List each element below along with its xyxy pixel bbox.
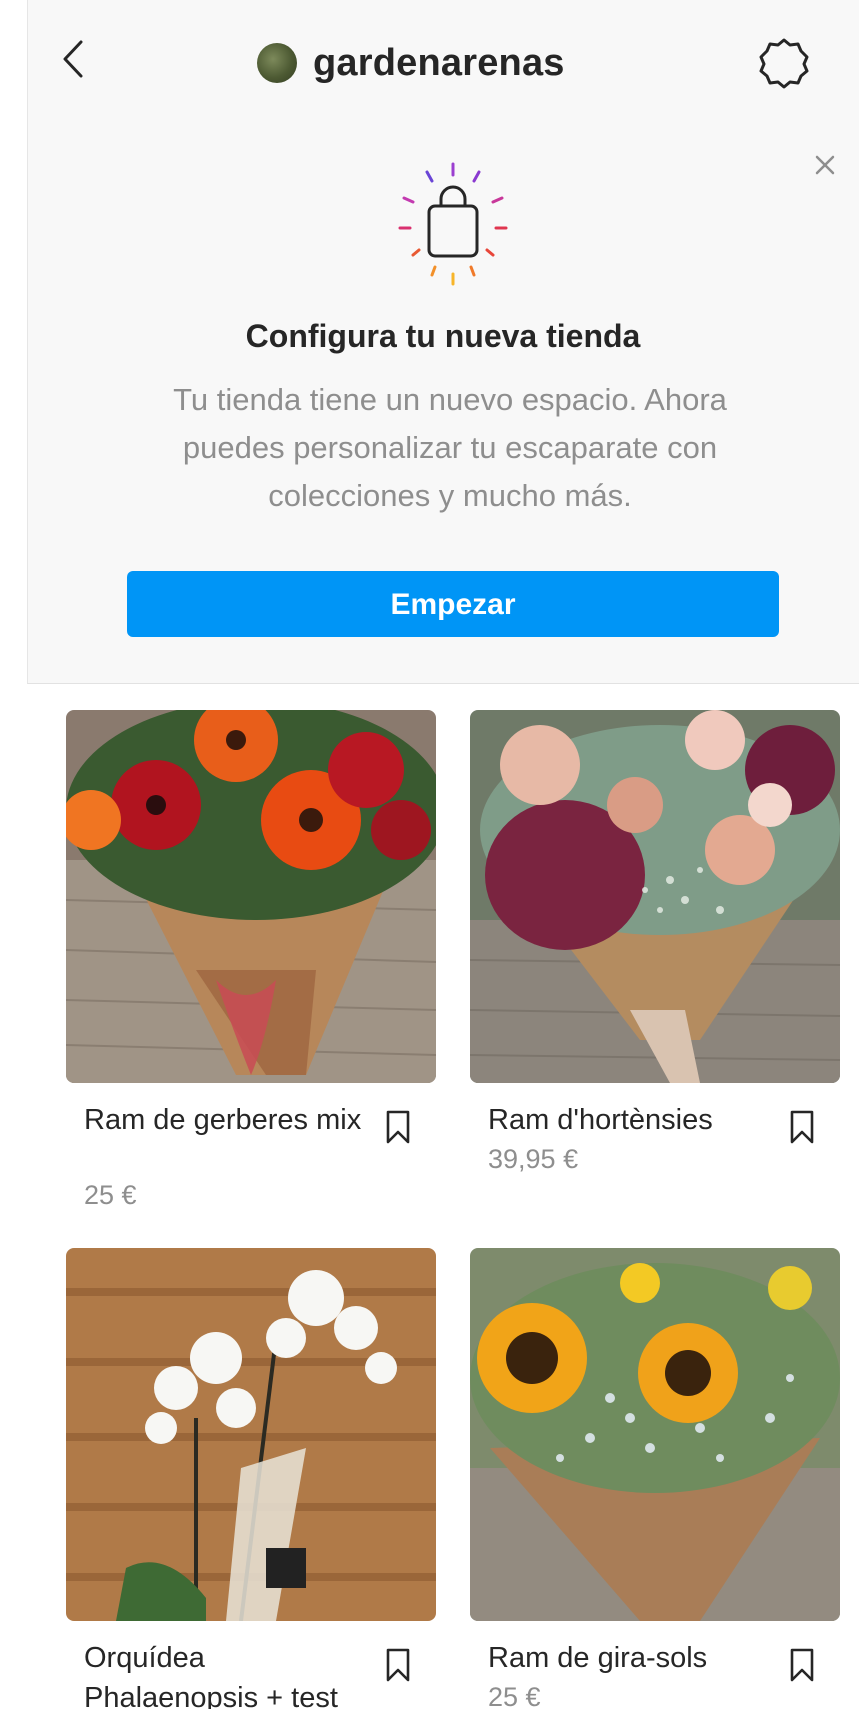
product-image[interactable] bbox=[470, 1248, 840, 1621]
bookmark-icon bbox=[790, 1648, 814, 1682]
back-button[interactable] bbox=[55, 34, 95, 84]
account-title: gardenarenas bbox=[257, 38, 565, 88]
avatar bbox=[257, 43, 297, 83]
save-product-button[interactable] bbox=[381, 1108, 415, 1146]
promo-title: Configura tu nueva tienda bbox=[245, 318, 641, 354]
product-image[interactable] bbox=[66, 1248, 436, 1621]
username: gardenarenas bbox=[313, 41, 565, 84]
settings-button[interactable] bbox=[757, 36, 811, 90]
product-price: 39,95 € bbox=[488, 1144, 579, 1174]
settings-icon bbox=[759, 38, 809, 89]
product-name[interactable]: Ram de gira-sols bbox=[488, 1638, 768, 1678]
bookmark-icon bbox=[790, 1110, 814, 1144]
start-button[interactable]: Empezar bbox=[127, 571, 779, 637]
product-name[interactable]: Ram de gerberes mix bbox=[84, 1100, 364, 1140]
shopping-bag-icon bbox=[388, 160, 518, 295]
product-card[interactable]: Ram de gerberes mix 25 € bbox=[66, 710, 436, 1210]
bookmark-icon bbox=[386, 1648, 410, 1682]
promo-description: Tu tienda tiene un nuevo espacio. Ahora … bbox=[173, 382, 727, 513]
close-promo-button[interactable] bbox=[808, 148, 842, 182]
product-card[interactable]: Ram de gira-sols 25 € bbox=[470, 1248, 840, 1709]
chevron-left-icon bbox=[63, 40, 83, 78]
product-card[interactable]: Orquídea Phalaenopsis + test bbox=[66, 1248, 436, 1709]
save-product-button[interactable] bbox=[785, 1646, 819, 1684]
product-image[interactable] bbox=[66, 710, 436, 1083]
shop-screen: gardenarenas Configura tu nueva tienda T… bbox=[0, 0, 859, 1709]
bookmark-icon bbox=[386, 1110, 410, 1144]
close-icon bbox=[815, 155, 835, 175]
product-price: 25 € bbox=[488, 1682, 541, 1709]
product-name[interactable]: Orquídea Phalaenopsis + test bbox=[84, 1638, 364, 1709]
product-name[interactable]: Ram d'hortènsies bbox=[488, 1100, 768, 1140]
product-image[interactable] bbox=[470, 710, 840, 1083]
save-product-button[interactable] bbox=[381, 1646, 415, 1684]
product-card[interactable]: Ram d'hortènsies 39,95 € bbox=[470, 710, 840, 1210]
save-product-button[interactable] bbox=[785, 1108, 819, 1146]
top-bar: gardenarenas bbox=[27, 0, 859, 120]
product-price: 25 € bbox=[84, 1180, 137, 1210]
